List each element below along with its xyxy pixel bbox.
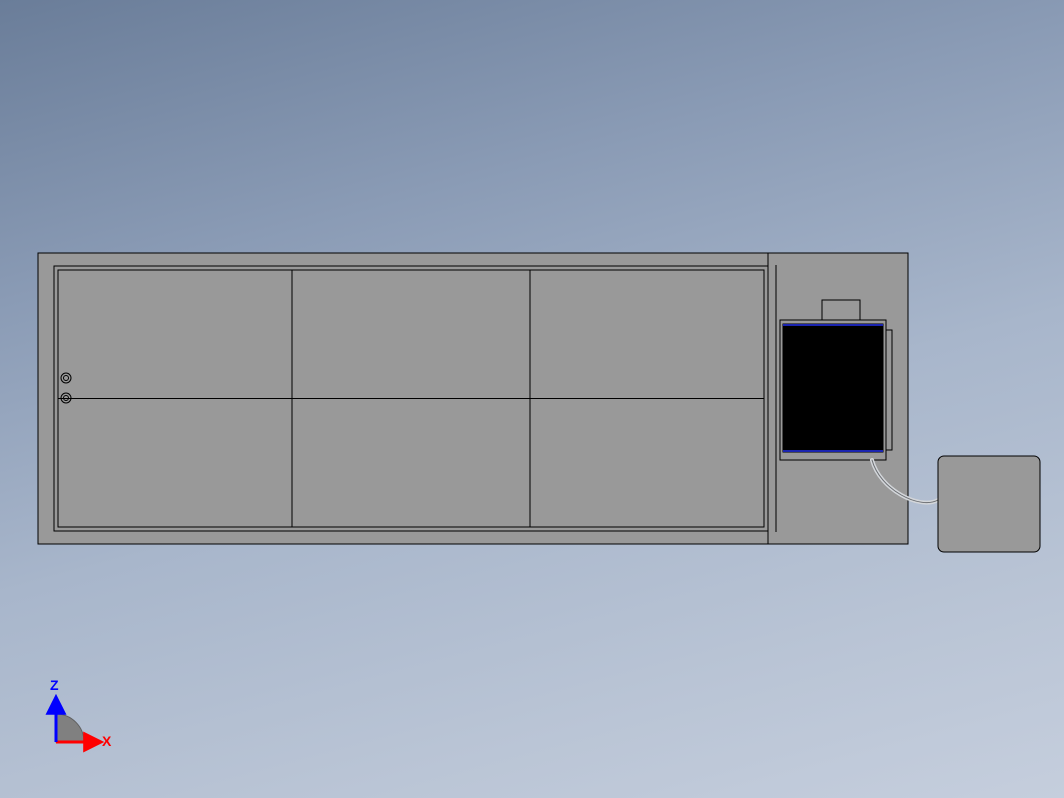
model-render: X Z (0, 0, 1064, 798)
cad-viewport[interactable]: X Z (0, 0, 1064, 798)
triad-origin (56, 714, 84, 742)
display-unit (780, 300, 892, 460)
z-axis-label: Z (50, 677, 59, 693)
orientation-triad[interactable]: X Z (50, 677, 112, 749)
gateway-box (938, 456, 1040, 552)
x-axis-label: X (102, 733, 112, 749)
